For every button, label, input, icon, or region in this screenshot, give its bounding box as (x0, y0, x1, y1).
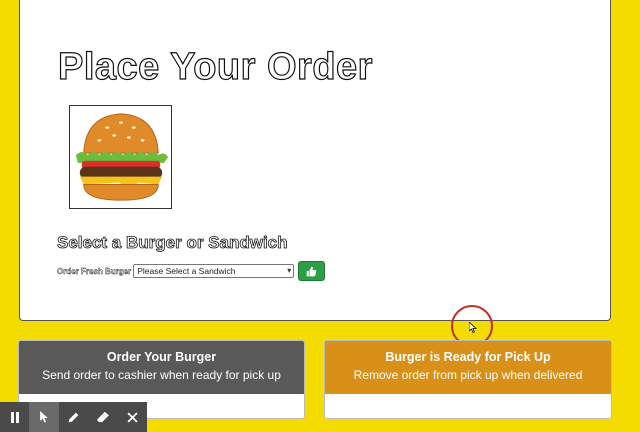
select-label: Order Fresh Burger (57, 266, 132, 276)
pointer-tool-button[interactable] (29, 402, 59, 432)
page-title: Place Your Order (57, 45, 373, 88)
close-button[interactable] (118, 402, 147, 432)
panel-header: Order Your Burger Send order to cashier … (19, 341, 304, 394)
burger-image (69, 105, 172, 209)
thumbs-up-icon (306, 266, 317, 276)
mouse-cursor-icon (469, 322, 477, 333)
annotation-toolbar (0, 402, 147, 432)
pickup-list (325, 394, 611, 418)
submit-order-button[interactable] (298, 261, 326, 281)
pause-icon (10, 411, 19, 423)
sandwich-select-value: Please Select a Sandwich (137, 266, 236, 276)
ready-for-pickup-panel: Burger is Ready for Pick Up Remove order… (324, 340, 612, 419)
pen-tool-button[interactable] (59, 402, 88, 432)
panel-subtitle: Send order to cashier when ready for pic… (42, 368, 281, 382)
eraser-tool-button[interactable] (88, 402, 117, 432)
burger-icon (75, 113, 169, 201)
panel-header: Burger is Ready for Pick Up Remove order… (325, 341, 611, 394)
panel-subtitle: Remove order from pick up when delivered (353, 368, 583, 382)
pause-button[interactable] (0, 402, 29, 432)
close-icon (127, 411, 138, 423)
chevron-down-icon: ▾ (287, 266, 292, 275)
sandwich-select-row: Order Fresh Burger Please Select a Sandw… (57, 261, 326, 281)
pointer-icon (39, 411, 48, 423)
section-heading: Select a Burger or Sandwich (57, 233, 288, 253)
pen-icon (68, 412, 79, 422)
sandwich-select[interactable]: Please Select a Sandwich ▾ (133, 264, 295, 278)
panel-title: Order Your Burger (106, 350, 217, 364)
order-card: Place Your Order Select a Burger or Sand… (19, 0, 611, 321)
eraser-icon (96, 411, 109, 423)
panel-title: Burger is Ready for Pick Up (385, 350, 551, 364)
